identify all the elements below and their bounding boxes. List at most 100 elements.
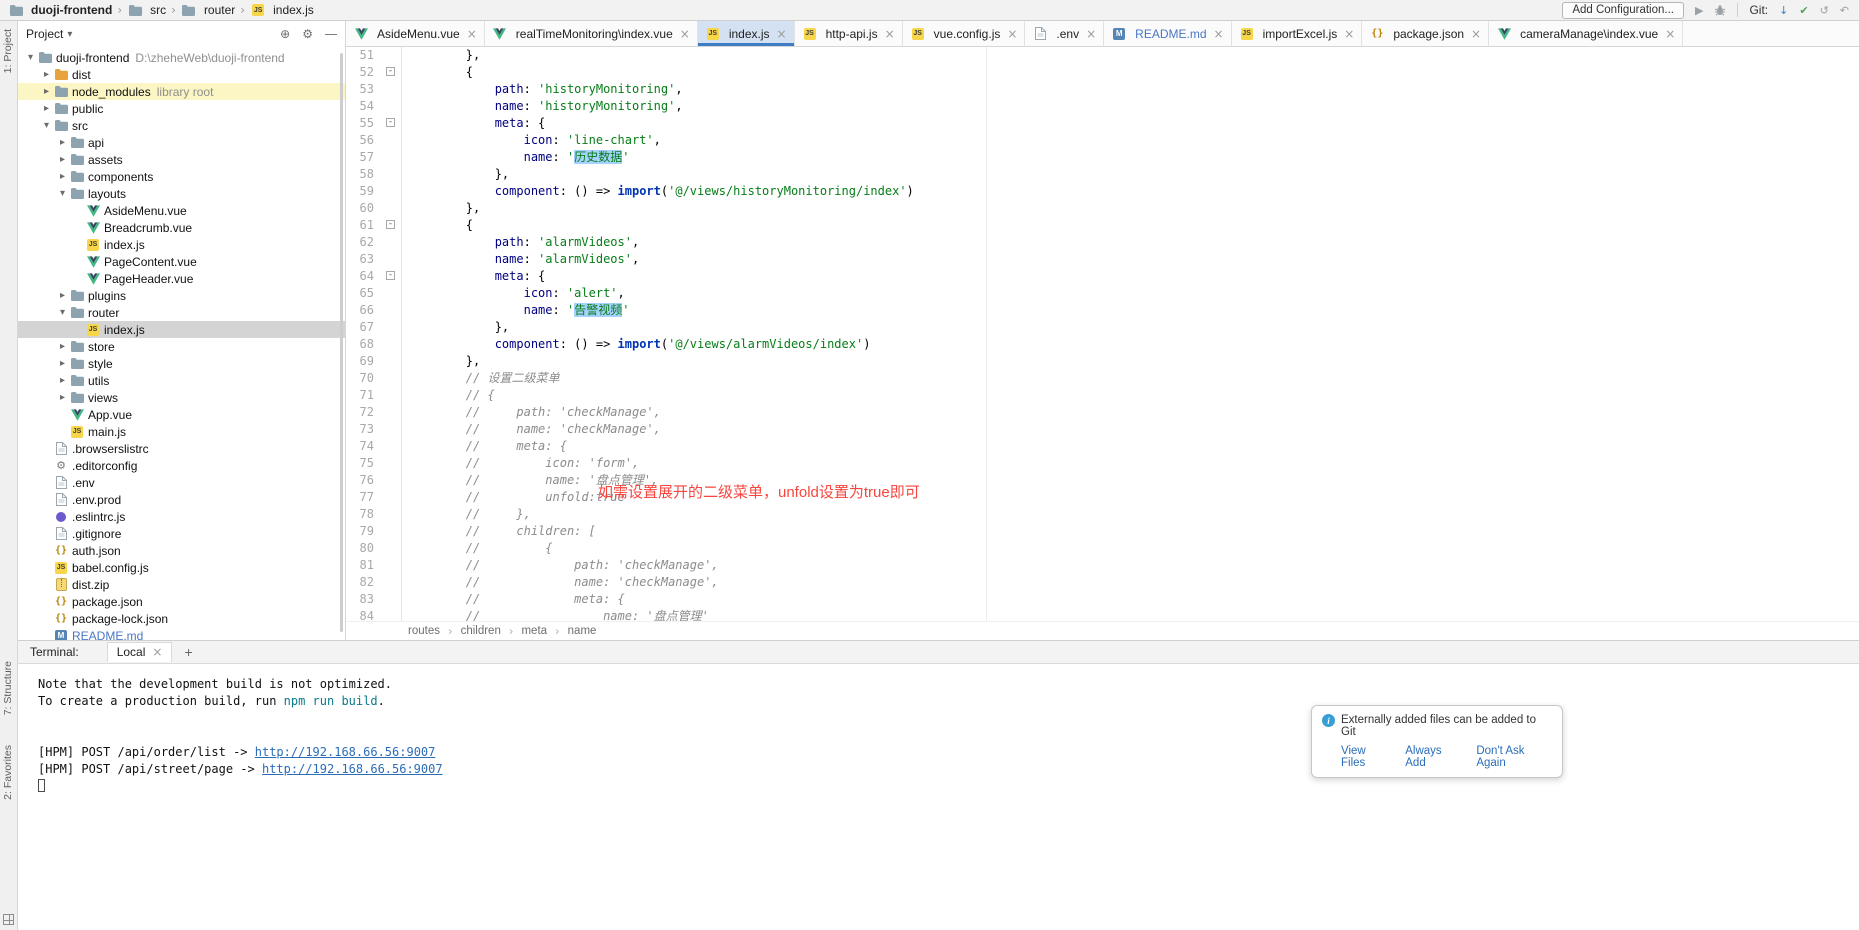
tree-item[interactable]: Breadcrumb.vue [18, 219, 345, 236]
code-line[interactable]: 52- { [346, 64, 1859, 81]
tree-item[interactable]: .env [18, 474, 345, 491]
code-line[interactable]: 51 }, [346, 47, 1859, 64]
tree-item[interactable]: .eslintrc.js [18, 508, 345, 525]
code-line[interactable]: 80 // { [346, 540, 1859, 557]
code-line[interactable]: 58 }, [346, 166, 1859, 183]
close-icon[interactable]: × [680, 27, 690, 41]
code-line[interactable]: 83 // meta: { [346, 591, 1859, 608]
run-icon[interactable]: ▶ [1695, 4, 1703, 17]
close-icon[interactable]: × [1471, 27, 1481, 41]
chevron-down-icon[interactable]: ▾ [24, 52, 37, 63]
tree-item[interactable]: {}auth.json [18, 542, 345, 559]
code-line[interactable]: 71 // { [346, 387, 1859, 404]
title-breadcrumb-item[interactable]: src [127, 3, 166, 17]
toolwindow-structure-button[interactable]: 7: Structure [2, 661, 14, 715]
chevron-down-icon[interactable]: ▾ [40, 120, 53, 131]
chevron-right-icon[interactable]: ▸ [56, 290, 69, 301]
tree-item[interactable]: AsideMenu.vue [18, 202, 345, 219]
fold-icon[interactable]: - [386, 118, 395, 127]
toolwindow-switcher-icon[interactable] [3, 914, 14, 925]
editor-tab[interactable]: AsideMenu.vue× [346, 21, 485, 46]
editor-tab[interactable]: MREADME.md× [1104, 21, 1231, 46]
close-icon[interactable]: × [1007, 27, 1017, 41]
tree-item[interactable]: PageHeader.vue [18, 270, 345, 287]
close-icon[interactable]: × [1086, 27, 1096, 41]
code-line[interactable]: 70 // 设置二级菜单 [346, 370, 1859, 387]
tree-item[interactable]: App.vue [18, 406, 345, 423]
tree-item[interactable]: JSmain.js [18, 423, 345, 440]
code-line[interactable]: 84 // name: '盘点管理' [346, 608, 1859, 621]
scrollbar[interactable] [340, 53, 343, 632]
chevron-right-icon[interactable]: ▸ [40, 86, 53, 97]
code-line[interactable]: 73 // name: 'checkManage', [346, 421, 1859, 438]
commit-icon[interactable]: ✔ [1799, 4, 1808, 17]
project-panel-title[interactable]: Project [26, 27, 63, 41]
toolwindow-project-button[interactable]: 1: Project [2, 29, 14, 73]
chevron-right-icon[interactable]: ▸ [40, 103, 53, 114]
debug-icon[interactable] [1714, 4, 1726, 17]
close-icon[interactable]: × [885, 27, 895, 41]
code-line[interactable]: 69 }, [346, 353, 1859, 370]
tree-item[interactable]: ▸api [18, 134, 345, 151]
settings-icon[interactable]: ⚙ [302, 27, 313, 41]
code-line[interactable]: 55- meta: { [346, 115, 1859, 132]
editor-breadcrumb-item[interactable]: routes [408, 625, 440, 637]
close-icon[interactable]: × [467, 27, 477, 41]
rollback-icon[interactable]: ↶ [1840, 4, 1849, 17]
new-terminal-button[interactable]: + [184, 644, 192, 660]
close-icon[interactable]: × [152, 645, 162, 659]
editor-tab[interactable]: JSvue.config.js× [903, 21, 1026, 46]
tree-item[interactable]: ▸style [18, 355, 345, 372]
chevron-right-icon[interactable]: ▸ [56, 154, 69, 165]
editor-tab[interactable]: cameraManage\index.vue× [1489, 21, 1683, 46]
code-line[interactable]: 72 // path: 'checkManage', [346, 404, 1859, 421]
tree-item[interactable]: .browserslistrc [18, 440, 345, 457]
editor-tab[interactable]: JSindex.js× [698, 21, 795, 46]
tree-item[interactable]: JSindex.js [18, 236, 345, 253]
code-line[interactable]: 53 path: 'historyMonitoring', [346, 81, 1859, 98]
chevron-down-icon[interactable]: ▾ [56, 188, 69, 199]
view-files-link[interactable]: View Files [1341, 745, 1390, 769]
tree-item[interactable]: ▾src [18, 117, 345, 134]
editor-tab[interactable]: JSimportExcel.js× [1232, 21, 1363, 46]
chevron-right-icon[interactable]: ▸ [40, 69, 53, 80]
code-line[interactable]: 77 // unfold:true [346, 489, 1859, 506]
editor-tab[interactable]: .env× [1025, 21, 1104, 46]
tree-item[interactable]: {}package-lock.json [18, 610, 345, 627]
tree-item[interactable]: .env.prod [18, 491, 345, 508]
code-line[interactable]: 64- meta: { [346, 268, 1859, 285]
chevron-right-icon[interactable]: ▸ [56, 341, 69, 352]
close-icon[interactable]: × [1665, 27, 1675, 41]
terminal-tab-local[interactable]: Local × [107, 642, 173, 662]
chevron-right-icon[interactable]: ▸ [56, 392, 69, 403]
code-line[interactable]: 75 // icon: 'form', [346, 455, 1859, 472]
code-line[interactable]: 60 }, [346, 200, 1859, 217]
close-icon[interactable]: × [777, 27, 787, 41]
tree-item[interactable]: ▸node_moduleslibrary root [18, 83, 345, 100]
code-line[interactable]: 62 path: 'alarmVideos', [346, 234, 1859, 251]
history-icon[interactable]: ↺ [1820, 4, 1829, 17]
close-icon[interactable]: × [1344, 27, 1354, 41]
editor-breadcrumb-item[interactable]: children [461, 625, 501, 637]
fold-icon[interactable]: - [386, 220, 395, 229]
tree-item[interactable]: dist.zip [18, 576, 345, 593]
dont-ask-again-link[interactable]: Don't Ask Again [1476, 745, 1552, 769]
code-line[interactable]: 54 name: 'historyMonitoring', [346, 98, 1859, 115]
tree-item[interactable]: MREADME.md [18, 627, 345, 640]
code-line[interactable]: 76 // name: '盘点管理', [346, 472, 1859, 489]
code-line[interactable]: 65 icon: 'alert', [346, 285, 1859, 302]
terminal-link[interactable]: http://192.168.66.56:9007 [255, 745, 436, 759]
add-configuration-button[interactable]: Add Configuration... [1562, 2, 1684, 19]
code-line[interactable]: 63 name: 'alarmVideos', [346, 251, 1859, 268]
terminal-link[interactable]: http://192.168.66.56:9007 [262, 762, 443, 776]
code-line[interactable]: 67 }, [346, 319, 1859, 336]
editor-breadcrumb-item[interactable]: name [568, 625, 597, 637]
tree-item[interactable]: {}package.json [18, 593, 345, 610]
update-project-icon[interactable]: ↓ [1779, 4, 1788, 17]
fold-icon[interactable]: - [386, 271, 395, 280]
chevron-down-icon[interactable]: ▾ [56, 307, 69, 318]
tree-item[interactable]: .gitignore [18, 525, 345, 542]
close-icon[interactable]: × [1214, 27, 1224, 41]
always-add-link[interactable]: Always Add [1405, 745, 1461, 769]
terminal-output[interactable]: Note that the development build is not o… [18, 664, 1859, 930]
